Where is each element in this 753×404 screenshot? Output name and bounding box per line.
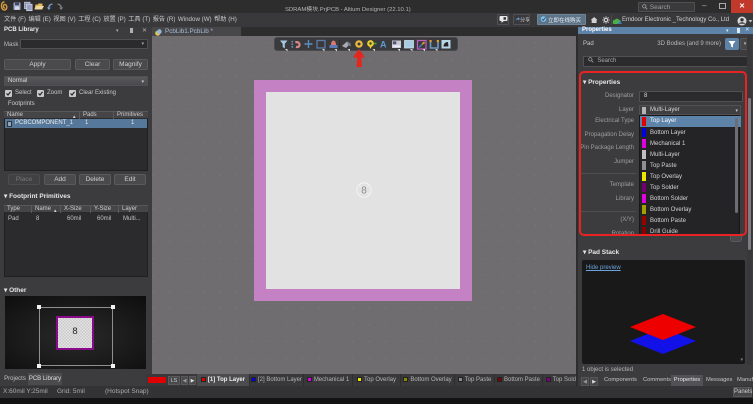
svg-text:A: A (380, 40, 387, 50)
svg-text:8: 8 (361, 186, 367, 197)
